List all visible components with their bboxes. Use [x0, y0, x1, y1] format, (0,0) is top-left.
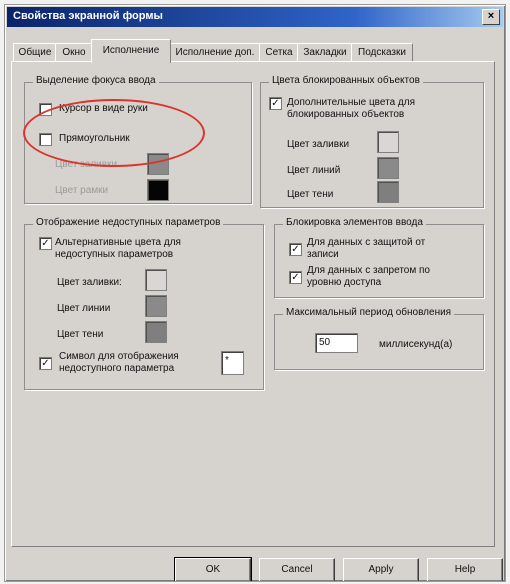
unavail-shadow-swatch[interactable] [145, 321, 167, 343]
blocked-fill-label: Цвет заливки [287, 139, 350, 150]
protected-data-label-1: Для данных с защитой от [307, 237, 426, 248]
blocked-group-title: Цвета блокированных объектов [269, 75, 423, 86]
blocked-extra-colors-checkbox[interactable]: ✓ [269, 97, 282, 110]
blocked-extra-colors-label-1: Дополнительные цвета для [287, 97, 415, 108]
alt-colors-label-1: Альтернативные цвета для [55, 237, 181, 248]
alt-colors-label-2: недоступных параметров [55, 249, 174, 260]
tab-hints[interactable]: Подсказки [351, 43, 413, 62]
forbidden-data-label-1: Для данных с запретом по [307, 265, 430, 276]
title-bar: Свойства экранной формы × [7, 7, 503, 27]
symbol-input[interactable]: * [221, 351, 244, 375]
forbidden-data-checkbox[interactable]: ✓ [289, 271, 302, 284]
unavail-fill-swatch[interactable] [145, 269, 167, 291]
protected-data-label-2: записи [307, 249, 339, 260]
input-block-group-title: Блокировка элементов ввода [283, 217, 426, 228]
unavail-fill-label: Цвет заливки: [57, 277, 122, 288]
blocked-shadow-label: Цвет тени [287, 189, 334, 200]
tab-execution-extra[interactable]: Исполнение доп. [169, 43, 261, 62]
refresh-period-group: Максимальный период обновления 50 миллис… [274, 307, 484, 370]
unavail-shadow-label: Цвет тени [57, 329, 104, 340]
refresh-period-input[interactable]: 50 [315, 333, 358, 353]
symbol-label-2: недоступного параметра [59, 363, 175, 374]
unavailable-params-group: Отображение недоступных параметров ✓ Аль… [24, 217, 264, 390]
protected-data-checkbox[interactable]: ✓ [289, 243, 302, 256]
unavail-line-label: Цвет линии [57, 303, 111, 314]
window-title: Свойства экранной формы [13, 10, 163, 22]
ok-button[interactable]: OK [174, 557, 252, 581]
help-button[interactable]: Help [427, 558, 503, 581]
alt-colors-checkbox[interactable]: ✓ [39, 237, 52, 250]
blocked-extra-colors-label-2: блокированных объектов [287, 109, 405, 120]
tab-execution[interactable]: Исполнение [91, 39, 171, 63]
unavail-line-swatch[interactable] [145, 295, 167, 317]
refresh-unit-label: миллисекунд(а) [379, 339, 453, 350]
blocked-fill-swatch[interactable] [377, 131, 399, 153]
tab-bookmarks[interactable]: Закладки [297, 43, 353, 62]
close-button[interactable]: × [482, 9, 500, 25]
tab-strip: Общие Окно Исполнение Исполнение доп. Се… [11, 39, 497, 63]
tab-grid[interactable]: Сетка [259, 43, 299, 62]
blocked-colors-group: Цвета блокированных объектов ✓ Дополните… [260, 75, 484, 208]
unavailable-group-title: Отображение недоступных параметров [33, 217, 224, 228]
apply-button[interactable]: Apply [343, 558, 419, 581]
blocked-shadow-swatch[interactable] [377, 181, 399, 203]
cancel-button[interactable]: Cancel [259, 558, 335, 581]
focus-frame-color-label: Цвет рамки [55, 185, 109, 196]
blocked-line-label: Цвет линий [287, 165, 341, 176]
forbidden-data-label-2: уровню доступа [307, 277, 382, 288]
symbol-checkbox[interactable]: ✓ [39, 357, 52, 370]
focus-frame-color-swatch[interactable] [147, 179, 169, 201]
refresh-group-title: Максимальный период обновления [283, 307, 455, 318]
properties-dialog: Свойства экранной формы × Общие Окно Исп… [4, 4, 506, 582]
blocked-line-swatch[interactable] [377, 157, 399, 179]
annotation-ellipse [23, 99, 205, 167]
input-block-group: Блокировка элементов ввода ✓ Для данных … [274, 217, 484, 298]
focus-group-title: Выделение фокуса ввода [33, 75, 159, 86]
symbol-label-1: Символ для отображения [59, 351, 179, 362]
tab-window[interactable]: Окно [55, 43, 93, 62]
tab-general[interactable]: Общие [13, 43, 57, 62]
